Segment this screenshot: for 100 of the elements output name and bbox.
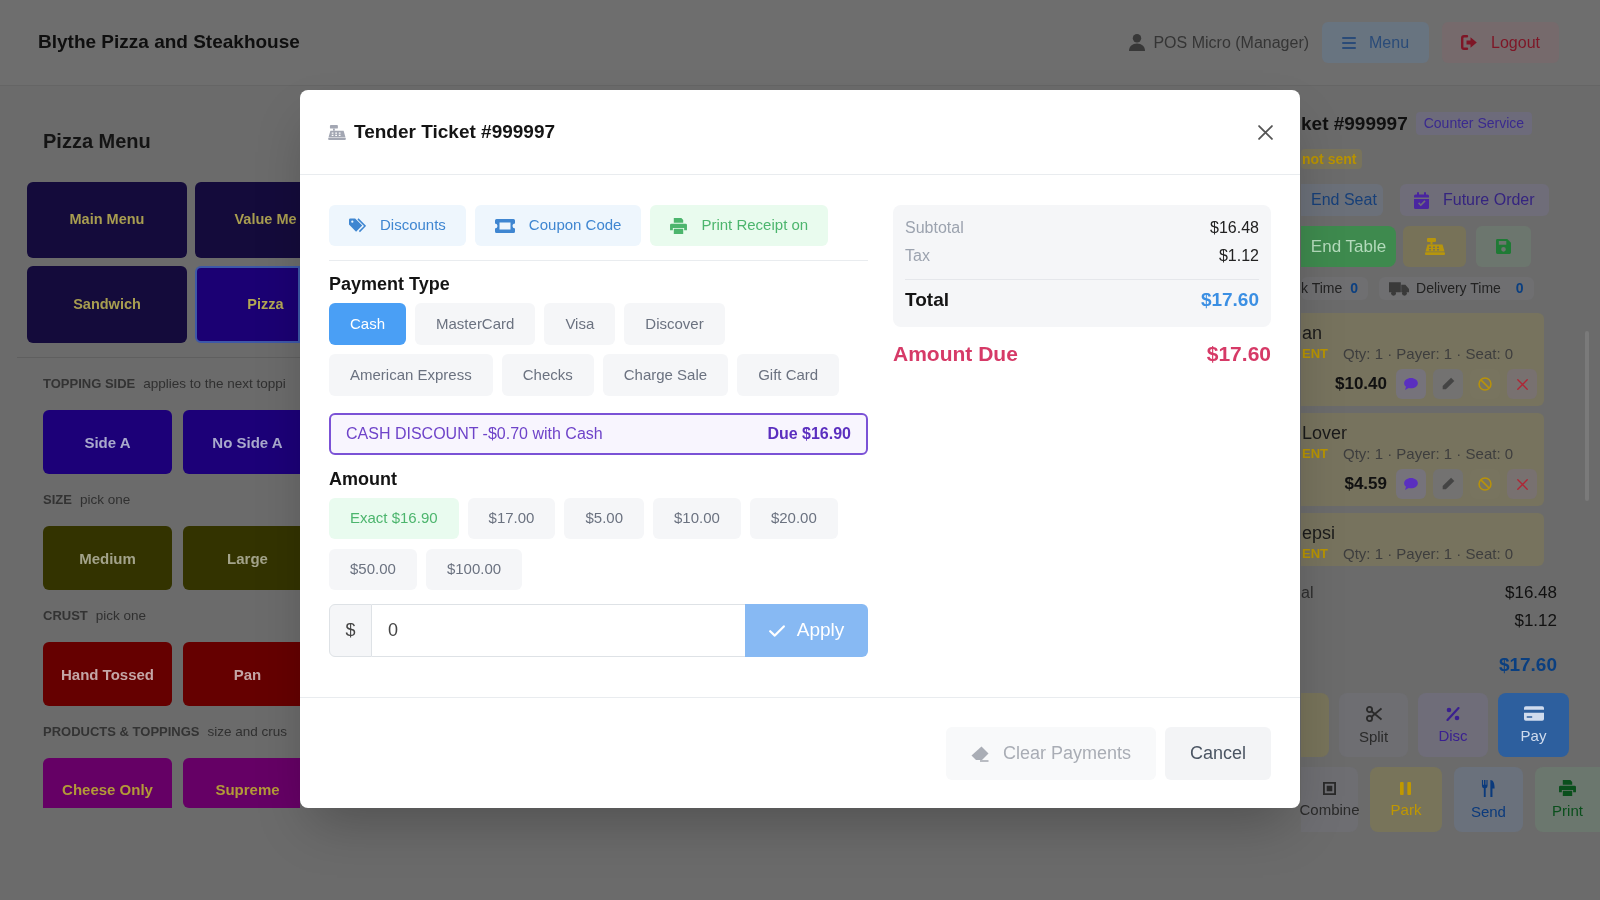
order-item-card[interactable]: Lover ENT Qty: 1 · Payer: 1 · Seat: 0 $4.59	[1301, 413, 1544, 506]
send-button[interactable]: Send	[1453, 767, 1523, 832]
eraser-icon	[970, 745, 989, 762]
edit-button[interactable]	[1433, 469, 1463, 499]
order-item-card[interactable]: epsi ENT Qty: 1 · Payer: 1 · Seat: 0	[1301, 513, 1544, 566]
discount-button[interactable]: Disc	[1418, 693, 1488, 757]
product-button[interactable]: Cheese Only	[43, 758, 172, 808]
end-table-button[interactable]: End Table	[1301, 226, 1396, 267]
item-status: ENT	[1302, 345, 1328, 364]
pay-button[interactable]: Pay	[1498, 693, 1569, 757]
remove-button[interactable]	[1507, 369, 1537, 399]
credit-card-icon	[1523, 706, 1544, 721]
save-button[interactable]	[1476, 226, 1531, 267]
product-button[interactable]: Supreme	[183, 758, 300, 808]
close-button[interactable]	[1258, 124, 1273, 140]
panel-title: Pizza Menu	[43, 131, 151, 151]
note-button[interactable]	[1396, 469, 1426, 499]
register-button[interactable]	[1403, 226, 1466, 267]
user-icon	[1129, 34, 1146, 51]
section-title: PRODUCTS & TOPPINGS	[43, 723, 200, 742]
future-order-button[interactable]: Future Order	[1400, 184, 1549, 216]
amount-input[interactable]: 0	[372, 604, 745, 657]
payment-type-button[interactable]: MasterCard	[415, 303, 536, 345]
payment-type-button[interactable]: Cash	[329, 303, 407, 345]
note-button[interactable]	[1396, 369, 1426, 399]
coupon-code-button[interactable]: Coupon Code	[474, 205, 642, 246]
combine-button[interactable]: Combine	[1301, 767, 1358, 832]
amount-preset-button[interactable]: $20.00	[749, 498, 838, 539]
status-badge: not sent	[1301, 149, 1363, 169]
payment-type-button[interactable]: American Express	[329, 354, 493, 396]
pause-icon	[1400, 781, 1412, 795]
frame-icon	[1323, 781, 1336, 795]
currency-addon: $	[329, 604, 372, 657]
payment-type-button[interactable]: Gift Card	[737, 354, 840, 396]
section-hint: pick one	[79, 490, 131, 509]
amount-preset-button[interactable]: $10.00	[653, 498, 741, 539]
total-value: $17.60	[1498, 652, 1557, 677]
section-title: TOPPING SIDE	[43, 375, 136, 394]
category-button[interactable]: Main Menu	[27, 182, 187, 258]
item-details: Qty: 1 · Payer: 1 · Seat: 0	[1343, 543, 1514, 564]
size-button[interactable]: Large	[183, 526, 300, 590]
cash-register-icon	[1424, 238, 1445, 255]
amount-preset-button[interactable]: $17.00	[467, 498, 556, 539]
amount-due-value: $17.60	[1206, 341, 1271, 368]
item-name: epsi	[1302, 523, 1336, 543]
payment-type-button[interactable]: Visa	[544, 303, 616, 345]
section-hint: pick one	[95, 606, 147, 625]
cash-register-icon	[328, 124, 346, 140]
app-title: Blythe Pizza and Steakhouse	[38, 30, 300, 55]
action-button[interactable]	[1301, 693, 1329, 757]
crust-button[interactable]: Hand Tossed	[43, 642, 172, 706]
size-button[interactable]: Medium	[43, 526, 172, 590]
timer-value: 0	[1350, 279, 1359, 298]
section-title: SIZE	[43, 491, 72, 510]
amount-preset-button[interactable]: $100.00	[425, 549, 523, 590]
timer-label: k Time	[1301, 279, 1343, 298]
ban-icon	[1478, 377, 1492, 391]
item-details: Qty: 1 · Payer: 1 · Seat: 0	[1343, 343, 1514, 364]
item-status: ENT	[1302, 445, 1328, 464]
section-title: CRUST	[43, 607, 88, 626]
user-name: POS Micro (Manager)	[1153, 32, 1310, 53]
edit-button[interactable]	[1433, 369, 1463, 399]
print-receipt-button[interactable]: Print Receipt on	[650, 205, 829, 246]
discounts-button[interactable]: Discounts	[329, 205, 466, 246]
section-heading: Payment Type	[329, 273, 450, 295]
crust-button[interactable]: Pan	[183, 642, 300, 706]
pencil-icon	[1441, 477, 1455, 491]
timer-label: Delivery Time	[1416, 279, 1501, 298]
topping-side-button[interactable]: Side A	[43, 410, 172, 474]
tags-icon	[349, 218, 366, 233]
item-price: $10.40	[1334, 373, 1387, 396]
dialog-title: Tender Ticket #999997	[354, 119, 556, 144]
payment-type-button[interactable]: Discover	[624, 303, 725, 345]
summary-label: Subtotal	[905, 218, 964, 238]
topping-side-button[interactable]: No Side A	[183, 410, 300, 474]
notice-due: Due $16.90	[767, 424, 851, 444]
cancel-button[interactable]: Cancel	[1164, 727, 1271, 780]
payment-type-button[interactable]: Checks	[501, 354, 594, 396]
item-status: ENT	[1302, 545, 1328, 564]
service-badge: Counter Service	[1415, 112, 1533, 135]
truck-icon	[1389, 281, 1410, 296]
split-button[interactable]: Split	[1339, 693, 1408, 757]
category-button[interactable]: Sandwich	[27, 266, 187, 343]
payment-type-button[interactable]: Charge Sale	[602, 354, 729, 396]
summary-label: Tax	[905, 246, 930, 266]
remove-button[interactable]	[1507, 469, 1537, 499]
fork-and-knife-icon	[1480, 779, 1496, 797]
printer-icon	[670, 217, 688, 234]
item-price: $4.59	[1343, 473, 1387, 496]
item-name: Lover	[1302, 423, 1348, 443]
category-button[interactable]: Value Me	[195, 182, 300, 258]
calendar-icon	[1414, 191, 1429, 209]
check-icon	[768, 624, 785, 637]
amount-preset-button[interactable]: Exact $16.90	[329, 498, 459, 539]
order-item-card[interactable]: an ENT Qty: 1 · Payer: 1 · Seat: 0 $10.40	[1301, 313, 1544, 406]
cross-icon	[1516, 478, 1528, 490]
amount-preset-button[interactable]: $5.00	[564, 498, 644, 539]
amount-preset-button[interactable]: $50.00	[329, 549, 417, 590]
category-button[interactable]: Pizza	[195, 266, 300, 343]
amount-due-label: Amount Due	[893, 341, 1018, 368]
